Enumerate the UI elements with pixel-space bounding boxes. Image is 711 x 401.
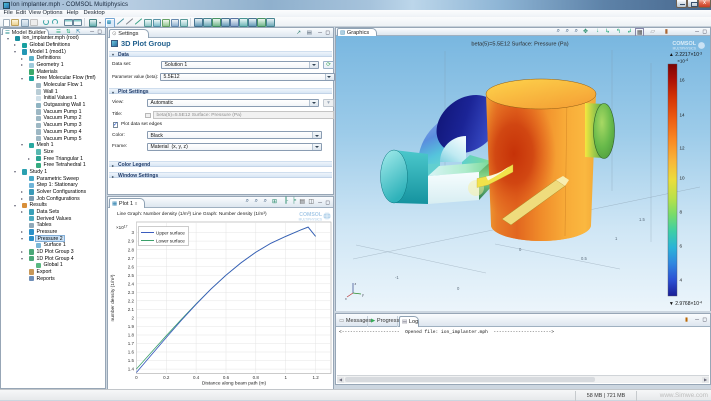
svg-text:0.2: 0.2 <box>163 375 170 380</box>
svg-text:x: x <box>345 297 347 301</box>
svg-text:2.9: 2.9 <box>128 239 135 244</box>
svg-text:2.8: 2.8 <box>128 247 135 252</box>
svg-text:12: 12 <box>680 146 686 151</box>
svg-text:1.2: 1.2 <box>312 375 319 380</box>
svg-text:2.5: 2.5 <box>128 273 135 278</box>
svg-text:2.7: 2.7 <box>128 256 135 261</box>
svg-text:y: y <box>362 293 364 297</box>
svg-text:1.4: 1.4 <box>128 367 135 372</box>
svg-text:beta(5)=5.5E12 Surface: Press: beta(5)=5.5E12 Surface: Pressure (Pa) <box>471 42 568 48</box>
svg-text:16: 16 <box>680 78 686 83</box>
svg-text:2.6: 2.6 <box>128 264 135 269</box>
svg-text:Distance along beam path (m): Distance along beam path (m) <box>202 381 267 387</box>
svg-text:2.2: 2.2 <box>128 298 135 303</box>
svg-text:1.6: 1.6 <box>128 350 135 355</box>
svg-text:6: 6 <box>680 244 683 249</box>
svg-text:Lower surface: Lower surface <box>156 238 185 243</box>
svg-text:2.3: 2.3 <box>128 290 135 295</box>
svg-text:10: 10 <box>680 176 686 181</box>
svg-text:MULTIPHYSICS: MULTIPHYSICS <box>673 47 696 51</box>
svg-text:Upper surface: Upper surface <box>156 230 185 235</box>
svg-text:0.4: 0.4 <box>193 375 200 380</box>
svg-text:4: 4 <box>680 278 683 283</box>
svg-text:2.1: 2.1 <box>128 307 135 312</box>
svg-text:0.8: 0.8 <box>253 375 260 380</box>
svg-text:2.4: 2.4 <box>128 281 135 286</box>
svg-text:z: z <box>355 282 357 286</box>
svg-text:0.5: 0.5 <box>581 256 587 261</box>
svg-text:1.8: 1.8 <box>128 333 135 338</box>
svg-text:1.5: 1.5 <box>128 358 135 363</box>
svg-text:▼ 2.9768×10-4: ▼ 2.9768×10-4 <box>669 301 702 308</box>
svg-text:Line Graph: Number density (1/: Line Graph: Number density (1/m³) Line G… <box>117 211 267 217</box>
svg-text:number density (1/m³): number density (1/m³) <box>110 274 116 321</box>
svg-text:8: 8 <box>680 210 683 215</box>
svg-text:MULTIPHYSICS: MULTIPHYSICS <box>299 218 322 222</box>
svg-text:14: 14 <box>680 113 686 118</box>
svg-text:1.9: 1.9 <box>128 324 135 329</box>
svg-text:1.5: 1.5 <box>639 217 645 222</box>
svg-text:0.6: 0.6 <box>223 375 230 380</box>
svg-text:1.7: 1.7 <box>128 341 135 346</box>
